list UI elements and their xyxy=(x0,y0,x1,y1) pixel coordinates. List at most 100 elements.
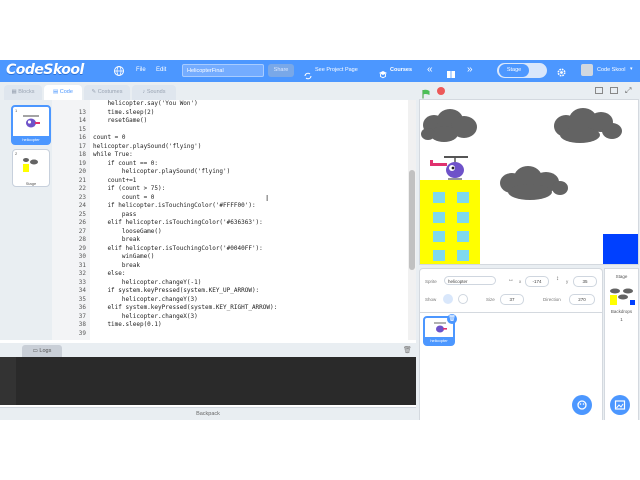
code-line[interactable]: break xyxy=(93,262,140,271)
share-button[interactable]: Share xyxy=(268,64,294,77)
account-name[interactable]: Code Skool xyxy=(597,67,625,73)
code-line[interactable]: while True: xyxy=(93,151,133,160)
code-line[interactable]: count = 0 xyxy=(93,194,155,203)
stop-icon[interactable] xyxy=(437,87,445,95)
code-line[interactable]: looseGame() xyxy=(93,228,162,237)
account-chevron-down-icon[interactable]: ▾ xyxy=(630,66,633,72)
chevron-right-icon[interactable]: » xyxy=(467,64,473,75)
tab-costumes-label: Costumes xyxy=(97,89,123,95)
code-line[interactable]: time.sleep(2) xyxy=(93,109,154,118)
y-label: y xyxy=(566,279,569,284)
tab-sounds[interactable]: ♪ Sounds xyxy=(132,85,176,100)
trash-icon[interactable]: 🗑 xyxy=(403,346,412,354)
line-number: 18 xyxy=(78,151,86,158)
line-number: 39 xyxy=(78,329,86,337)
code-line[interactable]: if helicopter.isTouchingColor('#FFFF00')… xyxy=(93,202,255,211)
size-input[interactable]: 37 xyxy=(500,294,524,305)
code-line[interactable]: else: xyxy=(93,270,125,279)
line-number: 23 xyxy=(78,193,86,201)
gear-icon[interactable] xyxy=(556,65,567,77)
stage-scene xyxy=(420,108,638,264)
backdrops-label: Backdrops xyxy=(610,309,633,314)
normal-stage-icon[interactable] xyxy=(610,87,618,94)
tab-costumes[interactable]: ✎ Costumes xyxy=(84,85,130,100)
tab-blocks[interactable]: ▦ Blocks xyxy=(4,85,42,100)
file-menu[interactable]: File xyxy=(136,67,146,73)
sprite-name-input[interactable]: helicopter xyxy=(444,276,496,285)
code-line[interactable]: if count == 0: xyxy=(93,160,158,169)
tab-code-label: Code xyxy=(59,89,73,95)
line-number: 27 xyxy=(78,227,86,235)
line-number: 36 xyxy=(78,304,86,311)
project-title-input[interactable]: HelicopterFinal xyxy=(182,64,264,77)
logs-console[interactable] xyxy=(0,357,416,405)
code-line[interactable]: helicopter.playSound('flying') xyxy=(93,143,201,152)
code-line[interactable]: helicopter.changeY(3) xyxy=(93,296,198,305)
hide-eye-icon[interactable] xyxy=(458,294,468,304)
sprite-thumb-stage[interactable]: 2 Stage xyxy=(12,149,50,187)
globe-icon[interactable] xyxy=(113,65,125,79)
x-input[interactable]: -174 xyxy=(525,276,549,287)
stage-panel-title: Stage xyxy=(615,274,628,279)
helicopter-icon xyxy=(434,322,447,333)
sprite-name: Stage xyxy=(25,181,37,186)
line-number: 17 xyxy=(78,142,86,150)
code-line[interactable]: count = 0 xyxy=(93,134,126,143)
stage-toggle[interactable]: Stage xyxy=(497,63,547,78)
trash-icon[interactable]: 🗑 xyxy=(447,314,457,324)
backpack-bar[interactable]: Backpack xyxy=(0,407,416,421)
stage-canvas[interactable] xyxy=(419,99,639,265)
editor-scrollbar[interactable] xyxy=(408,100,416,340)
direction-label: Direction xyxy=(543,297,561,302)
logs-tab[interactable]: ▭ Logs xyxy=(22,345,62,357)
code-line[interactable]: elif system.keyPressed(system.KEY_RIGHT_… xyxy=(93,304,277,313)
code-line[interactable]: helicopter.playSound('flying') xyxy=(93,168,230,177)
code-line[interactable]: helicopter.changeY(-1) xyxy=(93,279,201,288)
code-editor[interactable]: helicopter.say('You Won') 13 time.sleep(2… xyxy=(52,100,416,340)
brand-logo[interactable]: CodeSkool xyxy=(6,62,84,78)
code-line[interactable]: elif helicopter.isTouchingColor('#636363… xyxy=(93,219,262,228)
backdrops-count: 1 xyxy=(620,317,623,322)
book-icon[interactable] xyxy=(446,66,456,78)
code-line[interactable]: time.sleep(0.1) xyxy=(93,321,161,330)
green-flag-icon[interactable] xyxy=(421,86,431,99)
line-number: 32 xyxy=(78,270,86,277)
see-project-page-link[interactable]: See Project Page xyxy=(315,67,358,73)
goal-block xyxy=(603,234,638,264)
code-line[interactable]: pass xyxy=(93,211,136,220)
code-line[interactable]: if system.keyPressed(system.KEY_UP_ARROW… xyxy=(93,287,259,296)
fullscreen-icon[interactable]: ⤢ xyxy=(625,86,631,96)
code-line[interactable]: winGame() xyxy=(93,253,155,262)
choose-sprite-icon[interactable] xyxy=(572,395,592,415)
scrollbar-thumb[interactable] xyxy=(409,170,415,270)
code-line[interactable]: elif helicopter.isTouchingColor('#0040FF… xyxy=(93,245,262,254)
tab-sounds-label: Sounds xyxy=(146,89,166,95)
direction-input[interactable]: 270 xyxy=(569,294,595,305)
edit-menu[interactable]: Edit xyxy=(156,67,166,73)
code-line[interactable]: if (count > 75): xyxy=(93,185,165,194)
small-stage-icon[interactable] xyxy=(595,87,603,94)
code-line[interactable]: helicopter.changeX(3) xyxy=(93,313,198,322)
code-line[interactable]: resetGame() xyxy=(93,117,147,126)
cloud-right xyxy=(554,108,622,143)
choose-backdrop-icon[interactable] xyxy=(610,395,630,415)
line-number: 34 xyxy=(78,287,86,294)
sprite-thumb-helicopter[interactable]: 1 helicopter xyxy=(11,105,51,145)
text-cursor-icon: I xyxy=(266,194,269,203)
code-line[interactable]: helicopter.say('You Won') xyxy=(93,100,197,109)
tab-code[interactable]: ▤ Code xyxy=(44,85,82,100)
courses-menu[interactable]: Courses xyxy=(390,67,412,73)
logs-gutter xyxy=(0,357,16,405)
courses-icon xyxy=(378,66,388,79)
code-line[interactable]: count+=1 xyxy=(93,177,136,186)
tab-blocks-label: Blocks xyxy=(18,89,35,95)
avatar[interactable] xyxy=(581,64,593,76)
y-input[interactable]: 35 xyxy=(573,276,597,287)
cloud-left xyxy=(421,109,477,142)
code-line[interactable]: break xyxy=(93,236,140,245)
chevron-left-icon[interactable]: « xyxy=(427,64,433,75)
x-label: x xyxy=(519,279,522,284)
line-number: 24 xyxy=(78,202,86,209)
code-icon: ▤ xyxy=(53,89,60,95)
show-visible-eye-icon[interactable] xyxy=(443,294,453,304)
